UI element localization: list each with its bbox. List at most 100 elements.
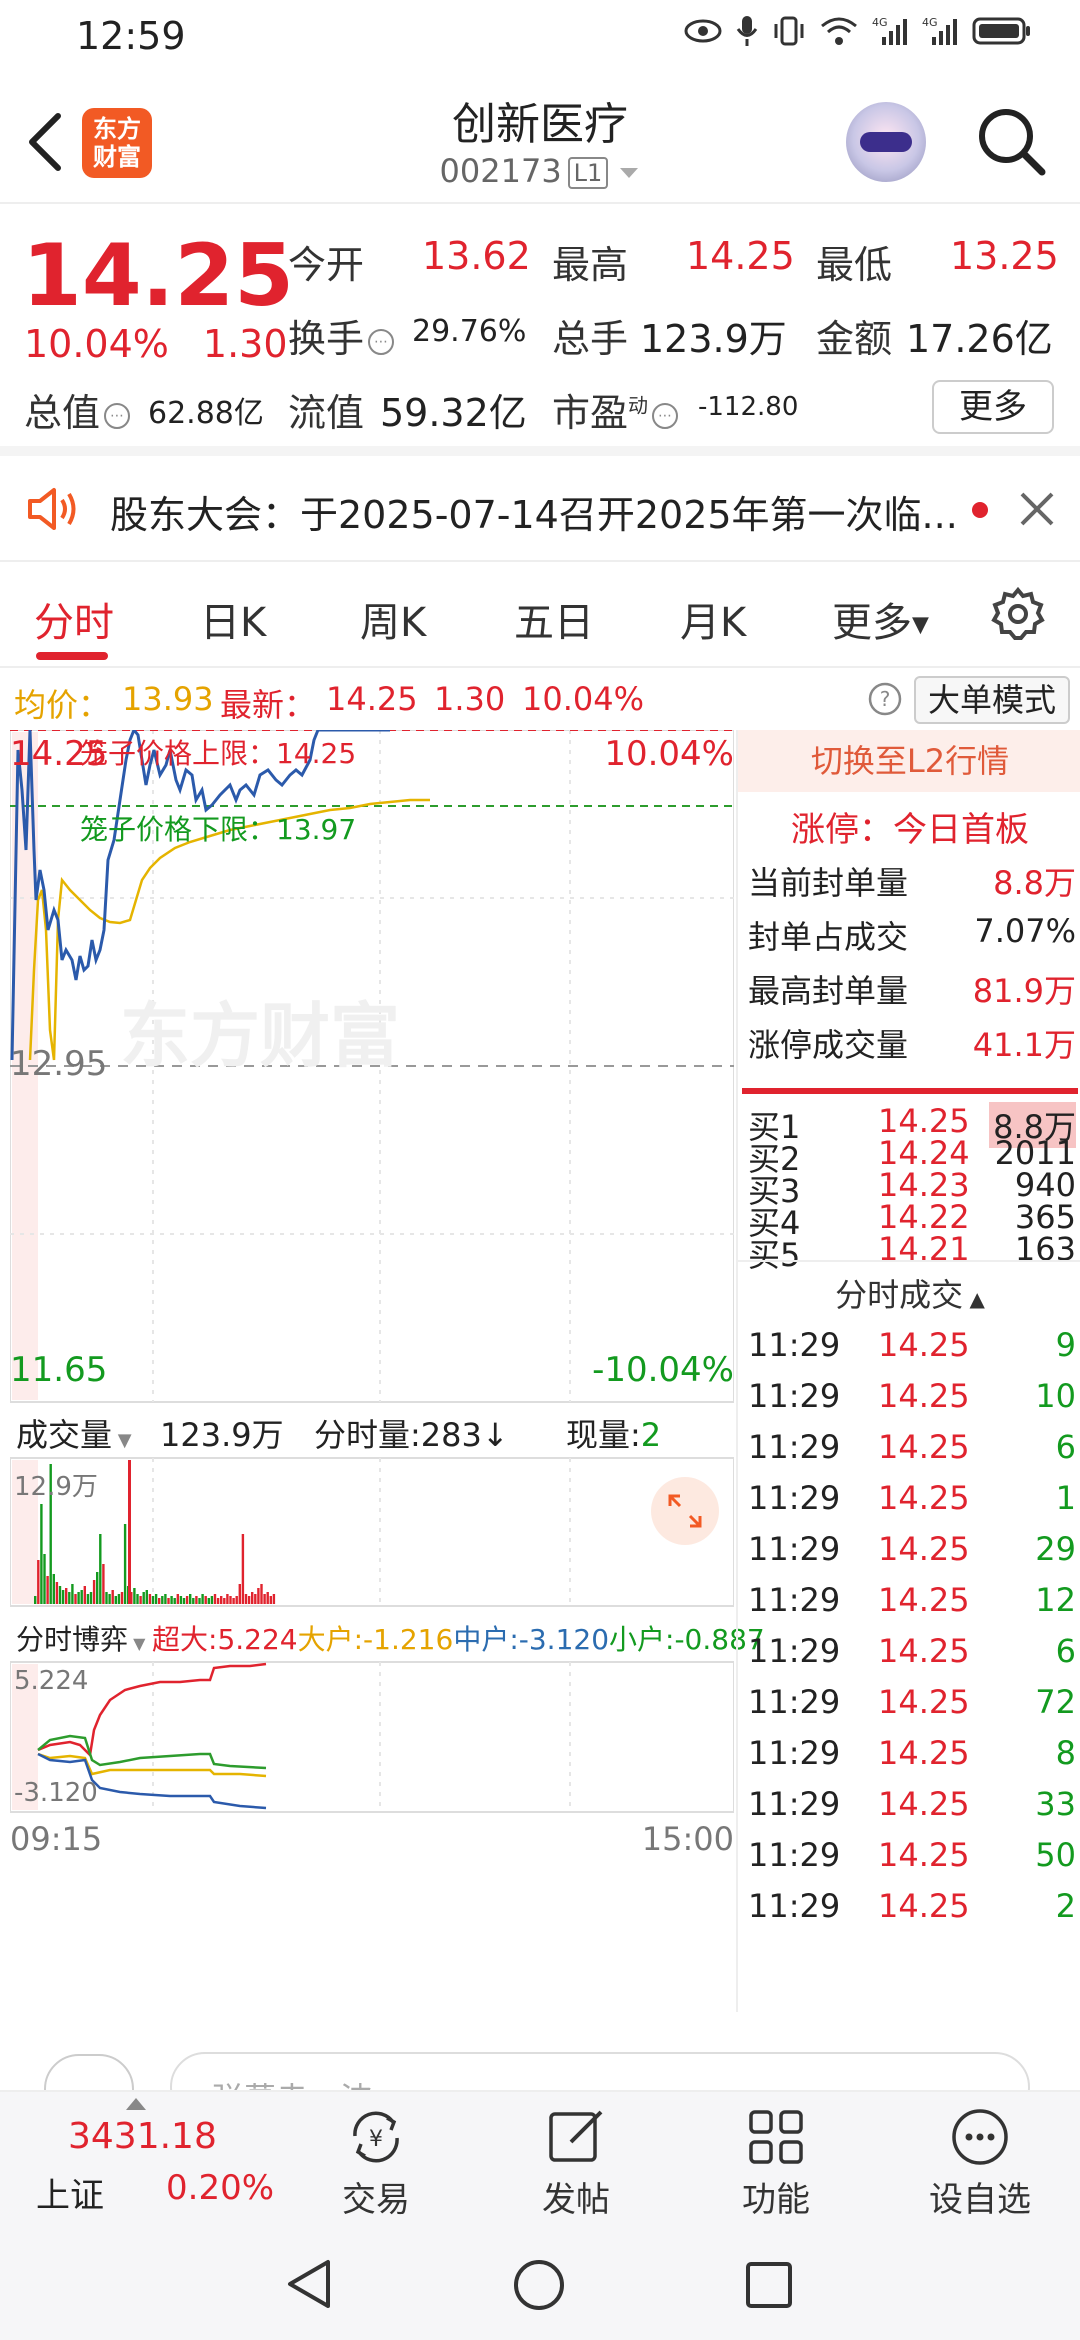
volume-bar	[114, 1596, 117, 1604]
price-summary-row: 均价： 13.93 最新： 14.25 1.30 10.04% ? 大单模式	[0, 668, 1080, 730]
tick-time: 11:29	[748, 1530, 841, 1568]
volume-bar	[136, 1594, 139, 1604]
svg-text:4G: 4G	[922, 16, 938, 29]
tick-volume: 29	[1035, 1530, 1076, 1568]
quote-panel: 14.25 10.04% 1.30 今开 13.62 最高 14.25 最低 13…	[0, 206, 1080, 456]
bottom-nav: 3431.18 上证 0.20% ¥ 交易 发帖 功能 设自选	[0, 2090, 1080, 2226]
nav-trade-label: 交易	[342, 2180, 410, 2220]
big-order-mode-button[interactable]: 大单模式	[914, 676, 1070, 724]
bid-row[interactable]: 买1 14.25 8.8万	[738, 1102, 1080, 1148]
search-icon[interactable]	[976, 106, 1048, 178]
volume-bar	[244, 1594, 248, 1604]
comment-menu-button[interactable]	[44, 2054, 134, 2090]
close-icon[interactable]	[1018, 490, 1056, 528]
nav-add-watchlist-label: 设自选	[929, 2180, 1031, 2220]
notice-text[interactable]: 股东大会：于2025-07-14召开2025年第一次临...	[110, 484, 960, 539]
tick-volume: 50	[1035, 1836, 1076, 1874]
cage-lower-value: 13.97	[276, 813, 357, 846]
tick-price: 14.25	[878, 1428, 970, 1466]
turnover-info-icon[interactable]: ⋯	[368, 328, 395, 355]
signal-icon-2: 4G	[922, 16, 957, 45]
stock-code: 002173	[439, 152, 562, 190]
pe-info-icon[interactable]: ⋯	[652, 402, 679, 429]
tick-volume: 10	[1035, 1377, 1076, 1415]
volume-total: 123.9万	[160, 1416, 284, 1454]
tab-monthly-k[interactable]: 月K	[680, 590, 746, 648]
bid-row[interactable]: 买5 14.21 163	[738, 1230, 1080, 1274]
index-value: 3431.18	[68, 2116, 217, 2157]
tab-weekly-k[interactable]: 周K	[360, 590, 426, 648]
notice-bar[interactable]: 股东大会：于2025-07-14召开2025年第一次临...	[0, 456, 1080, 562]
time-end-label: 15:00	[641, 1820, 734, 1858]
summary-pct: 10.04%	[522, 680, 645, 718]
flow-mid-value: -3.120	[518, 1623, 610, 1656]
volume-selector-caret-icon: ▼	[112, 1430, 132, 1451]
fund-flow-selector[interactable]: 分时博弈 ▼	[16, 1618, 145, 1658]
change-pct: 10.04%	[24, 322, 169, 366]
nav-add-watchlist[interactable]: 设自选	[900, 2106, 1060, 2221]
volume-bar	[151, 1596, 155, 1604]
switch-l2-button[interactable]: 切换至L2行情	[738, 730, 1080, 792]
nav-trade[interactable]: ¥ 交易	[296, 2106, 456, 2221]
bid-row[interactable]: 买4 14.22 365	[738, 1198, 1080, 1242]
danmaku-input[interactable]: 弹幕走一波	[170, 2052, 1030, 2090]
flow-super-label: 超大:	[152, 1623, 218, 1656]
ticker-up-triangle-icon	[126, 2098, 146, 2110]
nav-functions[interactable]: 功能	[696, 2106, 856, 2221]
pct-top-label: 10.04%	[604, 734, 734, 774]
volume-bar	[272, 1594, 276, 1604]
expand-icon[interactable]	[650, 1476, 720, 1546]
volume-bar	[89, 1592, 93, 1604]
cage-upper-label: 笼子价格上限：14.25	[80, 732, 356, 772]
tab-daily-k[interactable]: 日K	[200, 590, 266, 648]
intraday-chart-area[interactable]: 东方财富 14.25 10.04% 笼子价格上限：14.25 笼子价格下限：13…	[10, 730, 765, 2012]
volume-bar	[207, 1598, 210, 1604]
current-volume-value: 2	[640, 1416, 662, 1454]
tab-intraday[interactable]: 分时	[34, 590, 114, 648]
tick-time: 11:29	[748, 1683, 841, 1721]
eye-icon	[684, 19, 722, 43]
low-value: 13.25	[950, 234, 1059, 278]
cage-upper-value: 14.25	[276, 737, 357, 770]
more-button[interactable]: 更多	[932, 380, 1054, 434]
amount-value: 17.26亿	[906, 317, 1053, 361]
tick-price: 14.25	[878, 1683, 970, 1721]
system-recents-icon[interactable]	[744, 2260, 794, 2310]
index-ticker[interactable]: 3431.18 上证 0.20%	[0, 2092, 280, 2228]
system-back-icon[interactable]	[284, 2258, 334, 2310]
tick-price: 14.25	[878, 1785, 970, 1823]
volume-bar	[43, 1554, 46, 1604]
volume-bar	[34, 1596, 37, 1604]
system-home-icon[interactable]	[512, 2258, 566, 2312]
tab-more-caret-icon: ▼	[912, 612, 929, 638]
volume-bar	[232, 1598, 235, 1604]
help-icon[interactable]: ?	[868, 682, 902, 716]
flow-mid-label: 中户:	[453, 1623, 519, 1656]
ticks-title[interactable]: 分时成交 ▲	[738, 1270, 1080, 1316]
nav-post[interactable]: 发帖	[496, 2106, 656, 2221]
volume-bar	[189, 1594, 192, 1604]
bid-row[interactable]: 买2 14.24 2011	[738, 1134, 1080, 1178]
volume-selector[interactable]: 成交量 ▼	[16, 1410, 132, 1456]
cage-lower-label-text: 笼子价格下限：	[80, 813, 277, 846]
volume-bar	[80, 1590, 83, 1604]
ticks-title-label: 分时成交	[835, 1276, 964, 1314]
volume-bar	[154, 1594, 158, 1604]
tick-volume: 2	[1055, 1887, 1076, 1925]
mktcap-info-icon[interactable]: ⋯	[104, 402, 131, 429]
settings-gear-icon[interactable]	[990, 586, 1046, 642]
minute-volume: 分时量:283↓	[314, 1410, 509, 1456]
volume-label: 总手	[552, 317, 629, 361]
tick-time: 11:29	[748, 1326, 841, 1364]
volume-bar	[61, 1590, 65, 1604]
volume-bar	[176, 1594, 179, 1604]
bid-row[interactable]: 买3 14.23 940	[738, 1166, 1080, 1210]
vibrate-icon	[774, 16, 804, 46]
tab-more[interactable]: 更多▼	[832, 590, 929, 648]
high-label: 最高	[552, 243, 629, 287]
tab-five-day[interactable]: 五日	[514, 590, 594, 648]
robot-avatar[interactable]	[846, 102, 926, 182]
volume-bar	[223, 1598, 226, 1604]
nav-functions-label: 功能	[742, 2180, 810, 2220]
fund-flow-selector-label: 分时博弈	[16, 1623, 129, 1656]
